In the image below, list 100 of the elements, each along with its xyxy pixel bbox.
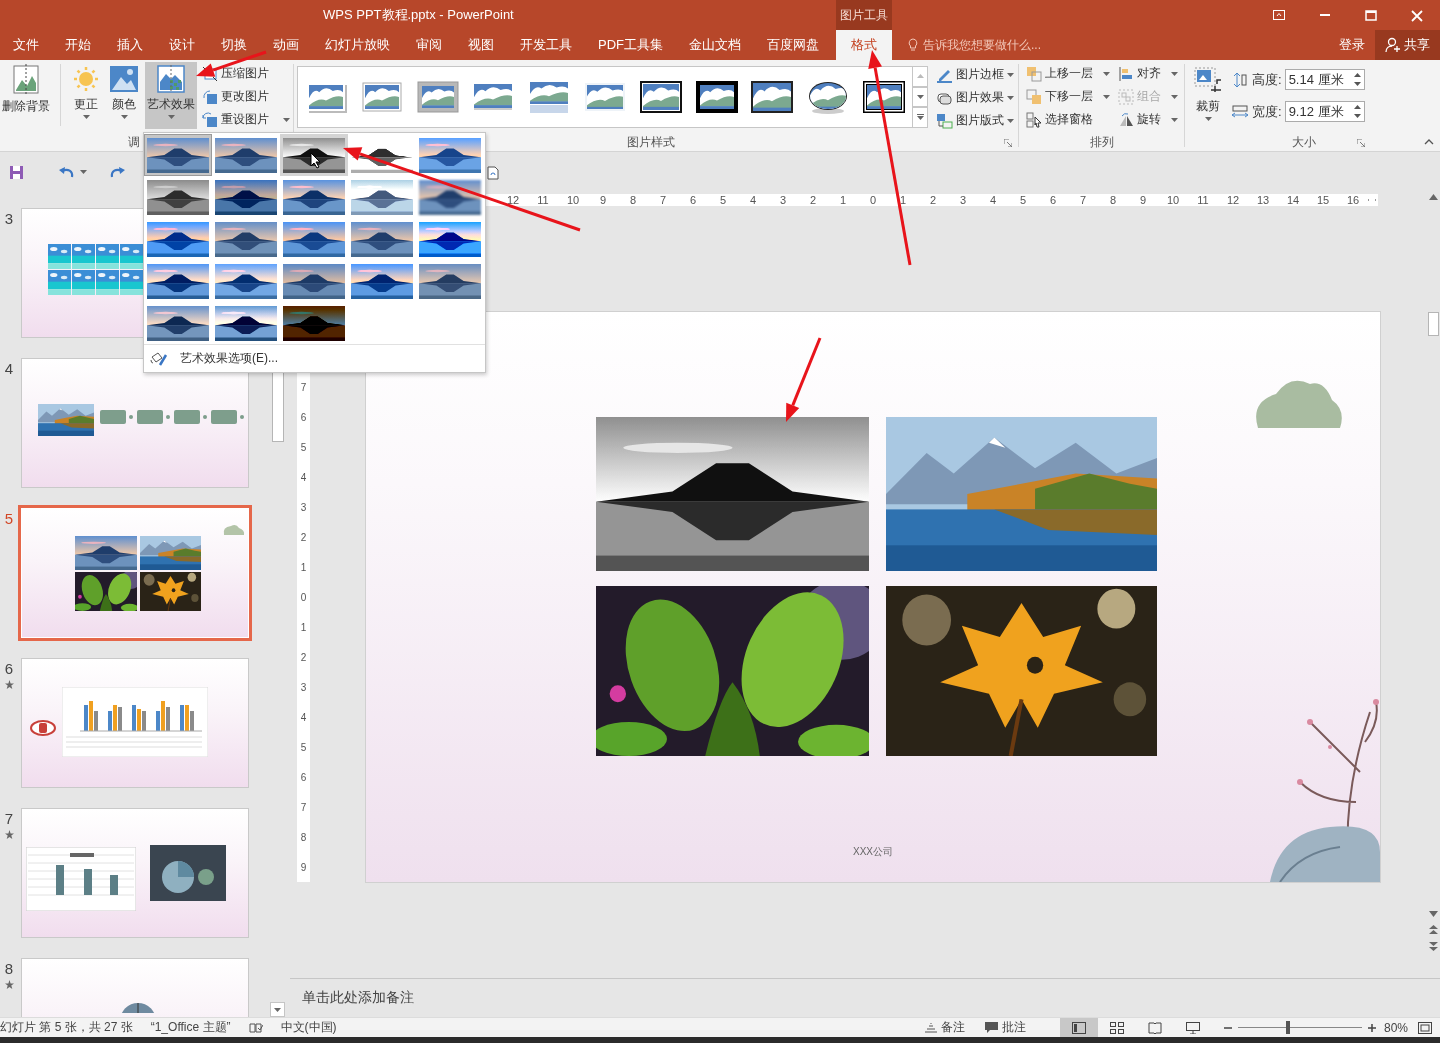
art-effects-options-button[interactable]: 艺术效果选项(E)... xyxy=(144,344,485,372)
gallery-down-button[interactable] xyxy=(913,86,928,108)
slide-number: 3 xyxy=(4,210,14,227)
more-icon xyxy=(916,114,924,121)
comments-button[interactable]: 批注 xyxy=(984,1018,1026,1037)
ribbon-tab[interactable]: 幻灯片放映 xyxy=(312,30,403,60)
save-icon xyxy=(9,164,24,180)
group-label: 调 xyxy=(127,134,141,151)
align-icon xyxy=(1118,65,1134,82)
slide-sorter-icon xyxy=(1109,1021,1124,1034)
ribbon-button[interactable]: 艺术效果 xyxy=(145,62,197,129)
ribbon-button[interactable]: 图片边框 xyxy=(934,63,1016,86)
art-effect-option[interactable] xyxy=(144,134,212,176)
caret-icon xyxy=(80,170,87,174)
art-effect-option[interactable] xyxy=(280,134,348,176)
caret-icon xyxy=(1429,911,1438,917)
sign-in-link[interactable]: 登录 xyxy=(1339,30,1365,60)
context-tab-label: 图片工具 xyxy=(836,0,892,30)
lightbulb-icon xyxy=(908,38,918,52)
remove-background-button[interactable]: 删除背景 xyxy=(0,62,52,129)
next-slide-button[interactable] xyxy=(1429,942,1438,951)
caret-icon xyxy=(1204,117,1212,121)
ribbon-button[interactable]: 旋转 xyxy=(1116,108,1180,131)
ribbon-tab[interactable]: 插入 xyxy=(104,30,156,60)
width-icon xyxy=(1231,103,1249,120)
caret-icon xyxy=(1429,194,1438,200)
ribbon-button[interactable]: 对齐 xyxy=(1116,62,1180,85)
save-button[interactable] xyxy=(9,164,24,180)
share-button[interactable]: 共享 xyxy=(1375,30,1440,60)
dialog-launcher-icon xyxy=(1357,138,1365,147)
height-field[interactable]: 5.14 厘米 xyxy=(1284,69,1365,90)
ribbon-tab[interactable]: 百度网盘 xyxy=(754,30,832,60)
ribbon-display-icon xyxy=(1272,8,1286,22)
ribbon-button[interactable]: 更正 xyxy=(69,62,103,129)
slide-thumbnail[interactable] xyxy=(18,655,252,791)
slider-thumb[interactable] xyxy=(1285,1021,1290,1034)
ribbon-tab[interactable]: 切换 xyxy=(208,30,260,60)
ribbon-button[interactable]: 图片效果 xyxy=(934,86,1016,109)
ribbon-button[interactable]: 颜色 xyxy=(107,62,141,129)
scroll-down-button[interactable] xyxy=(270,1002,285,1017)
slide-thumbnail[interactable] xyxy=(18,805,252,941)
ribbon-tab[interactable]: 开发工具 xyxy=(507,30,585,60)
ribbon-tab[interactable]: 开始 xyxy=(52,30,104,60)
redo-button[interactable] xyxy=(108,165,126,179)
notes-button[interactable]: 备注 xyxy=(924,1018,965,1037)
gallery-more-button[interactable] xyxy=(913,107,928,128)
window-title: WPS PPT教程.pptx - PowerPoint xyxy=(323,6,514,24)
notes-field[interactable]: 单击此处添加备注 xyxy=(302,989,414,1007)
ribbon-button[interactable]: 下移一层 xyxy=(1024,85,1112,108)
redo-icon xyxy=(108,165,126,179)
caret-icon xyxy=(1103,94,1110,99)
ruler-number: 7 xyxy=(299,800,308,815)
view-button[interactable] xyxy=(1059,1018,1098,1037)
height-icon xyxy=(1231,71,1249,88)
width-field[interactable]: 9.12 厘米 xyxy=(1284,101,1365,122)
ruler-number: 8 xyxy=(299,830,308,845)
ribbon-tab[interactable]: 设计 xyxy=(156,30,208,60)
send-backward-icon xyxy=(1026,88,1042,105)
picture-style-icon xyxy=(415,79,460,115)
ruler-number: 1 xyxy=(299,620,308,635)
ribbon-tab[interactable]: 视图 xyxy=(455,30,507,60)
double-caret-down-icon xyxy=(1429,942,1438,951)
spinner-icon xyxy=(1353,105,1361,118)
ribbon-button[interactable]: 重设图片 xyxy=(200,108,292,131)
picture-style-icon xyxy=(862,79,907,115)
caret-icon xyxy=(1007,72,1014,77)
ruler-number: 5 xyxy=(299,440,308,455)
tell-me-field[interactable]: 告诉我您想要做什么... xyxy=(923,36,1041,54)
crop-button[interactable]: 裁剪 xyxy=(1191,62,1225,129)
proofing-icon xyxy=(248,1021,263,1034)
scroll-down-button[interactable] xyxy=(1429,911,1438,917)
scroll-up-button[interactable] xyxy=(1429,194,1438,200)
ribbon-button[interactable]: 更改图片 xyxy=(200,85,292,108)
ruler-number: 9 xyxy=(299,860,308,875)
add-person-icon xyxy=(1385,37,1401,53)
picture-style-icon xyxy=(750,79,795,115)
ribbon-button[interactable]: 图片版式 xyxy=(934,109,1016,132)
ribbon-tab[interactable]: 金山文档 xyxy=(676,30,754,60)
undo-button[interactable] xyxy=(58,165,87,179)
ribbon-tab[interactable]: 动画 xyxy=(260,30,312,60)
field-label: 宽度: xyxy=(1252,102,1282,121)
reset-picture-icon xyxy=(202,111,218,128)
ribbon-tab[interactable]: 审阅 xyxy=(403,30,455,60)
caret-icon xyxy=(283,117,290,122)
ribbon-tab[interactable]: 格式 xyxy=(836,30,892,60)
ribbon-tab[interactable]: PDF工具集 xyxy=(585,30,676,60)
ruler-number: 5 xyxy=(299,740,308,755)
ribbon-button[interactable]: 选择窗格 xyxy=(1024,108,1112,131)
ribbon-tab[interactable]: 文件 xyxy=(0,30,52,60)
dialog-launcher-icon xyxy=(1004,138,1012,147)
previous-slide-button[interactable] xyxy=(1429,925,1438,934)
ruler-number: 6 xyxy=(299,770,308,785)
selection-pane-icon xyxy=(1026,111,1042,128)
slide-thumbnail[interactable] xyxy=(18,505,252,641)
slide-number: 7 xyxy=(4,810,14,827)
scrollbar-thumb[interactable] xyxy=(1428,312,1439,336)
maximize-icon xyxy=(1364,8,1378,22)
caret-icon xyxy=(1171,94,1178,99)
ribbon-button[interactable]: 上移一层 xyxy=(1024,62,1112,85)
rotate-icon xyxy=(1118,111,1134,128)
